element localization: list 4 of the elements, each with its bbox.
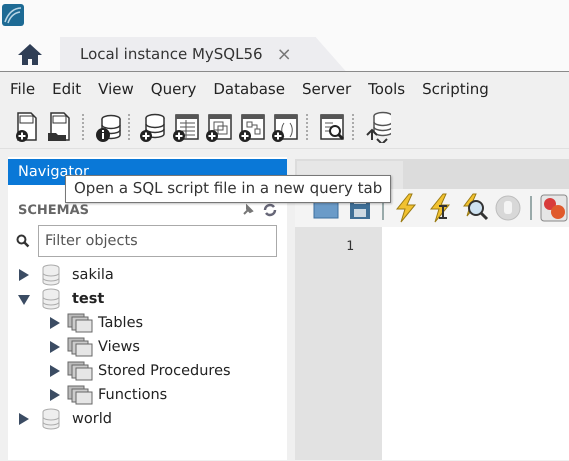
tooltip: Open a SQL script file in a new query tab [65, 175, 392, 203]
tab-label: Local instance MySQL56 [80, 45, 263, 63]
line-number: 1 [345, 239, 354, 254]
section-title: SCHEMAS [18, 202, 90, 218]
